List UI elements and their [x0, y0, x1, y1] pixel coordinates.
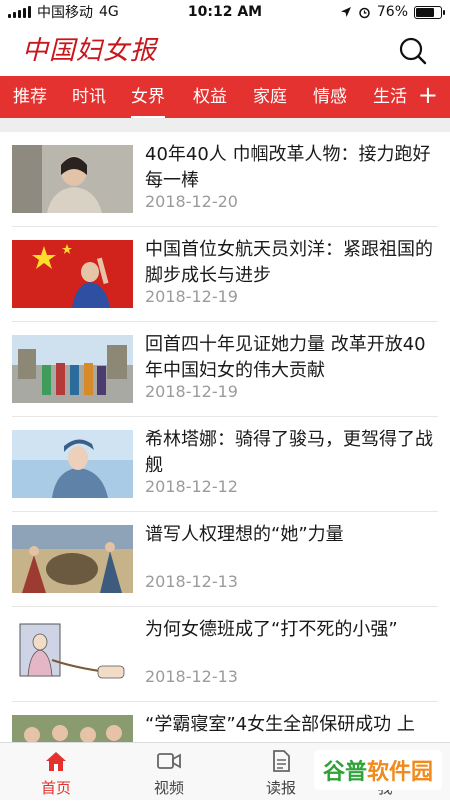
- status-right: 76%: [340, 4, 445, 20]
- news-date: 2018-12-12: [145, 477, 238, 496]
- newspaper-icon: [273, 750, 290, 772]
- watermark-text-a: 谷普: [322, 760, 367, 785]
- tab-rights[interactable]: 权益: [193, 76, 227, 118]
- tab-life[interactable]: 生活: [373, 76, 407, 118]
- nav-newspaper-label: 读报: [265, 779, 296, 797]
- watermark-logo: 谷普 软件园: [314, 750, 442, 790]
- category-tabs: 推荐 时讯 女界 权益 家庭 情感 生活 +: [0, 76, 450, 118]
- search-button[interactable]: [398, 36, 428, 66]
- news-thumbnail: [12, 430, 133, 498]
- news-item[interactable]: “学霸寝室”4女生全部保研成功 上: [12, 702, 438, 742]
- news-list: 40年40人 巾帼改革人物：接力跑好每一棒 2018-12-20 中国首位女航天…: [0, 132, 450, 742]
- news-date: 2018-12-20: [145, 192, 238, 211]
- tab-news[interactable]: 时讯: [72, 76, 106, 118]
- watermark-text-b: 软件园: [367, 760, 434, 785]
- battery-percent: 76%: [376, 4, 408, 20]
- tab-women[interactable]: 女界: [131, 76, 165, 118]
- news-date: 2018-12-19: [145, 382, 238, 401]
- news-title: 谱写人权理想的“她”力量: [145, 524, 344, 545]
- news-thumbnail: [12, 525, 133, 593]
- news-item[interactable]: 40年40人 巾帼改革人物：接力跑好每一棒 2018-12-20: [12, 132, 438, 227]
- alarm-icon: [359, 7, 370, 18]
- news-item[interactable]: 中国首位女航天员刘洋：紧跟祖国的脚步成长与进步 2018-12-19: [12, 227, 438, 322]
- news-thumbnail: [12, 240, 133, 308]
- news-title: “学霸寝室”4女生全部保研成功 上: [145, 714, 415, 735]
- tab-emotion[interactable]: 情感: [313, 76, 347, 118]
- news-thumbnail: [12, 620, 133, 688]
- news-title: 希林塔娜：骑得了骏马，更驾得了战舰: [145, 429, 433, 476]
- news-title: 中国首位女航天员刘洋：紧跟祖国的脚步成长与进步: [145, 239, 433, 286]
- news-title: 40年40人 巾帼改革人物：接力跑好每一棒: [145, 144, 431, 191]
- news-item[interactable]: 谱写人权理想的“她”力量 2018-12-13: [12, 512, 438, 607]
- news-item[interactable]: 希林塔娜：骑得了骏马，更驾得了战舰 2018-12-12: [12, 417, 438, 512]
- battery-icon: [414, 5, 445, 19]
- status-bar: 中国移动 4G 10:12 AM 76%: [0, 0, 450, 24]
- nav-video[interactable]: 视频: [124, 743, 214, 801]
- home-icon: [46, 752, 66, 771]
- nav-video-label: 视频: [153, 779, 184, 797]
- tab-recommend[interactable]: 推荐: [13, 76, 47, 118]
- news-title: 回首四十年见证她力量 改革开放40年中国妇女的伟大贡献: [145, 334, 426, 381]
- news-title: 为何女德班成了“打不死的小强”: [145, 619, 398, 640]
- divider-strip: [0, 118, 450, 132]
- location-icon: [340, 7, 351, 17]
- tab-family[interactable]: 家庭: [253, 76, 287, 118]
- nav-home-label: 首页: [40, 779, 71, 797]
- nav-newspaper[interactable]: 读报: [236, 743, 326, 801]
- news-thumbnail: [12, 335, 133, 403]
- news-date: 2018-12-13: [145, 572, 238, 591]
- news-thumbnail: [12, 715, 133, 742]
- nav-home[interactable]: 首页: [11, 743, 101, 801]
- search-icon: [399, 37, 427, 65]
- news-date: 2018-12-13: [145, 667, 238, 686]
- news-thumbnail: [12, 145, 133, 213]
- news-item[interactable]: 回首四十年见证她力量 改革开放40年中国妇女的伟大贡献 2018-12-19: [12, 322, 438, 417]
- news-item[interactable]: 为何女德班成了“打不死的小强” 2018-12-13: [12, 607, 438, 702]
- app-header: 中国妇女报: [0, 24, 450, 76]
- app-logo: 中国妇女报: [22, 36, 158, 66]
- news-date: 2018-12-19: [145, 287, 238, 306]
- add-tab-button[interactable]: +: [411, 76, 438, 118]
- video-icon: [157, 753, 181, 769]
